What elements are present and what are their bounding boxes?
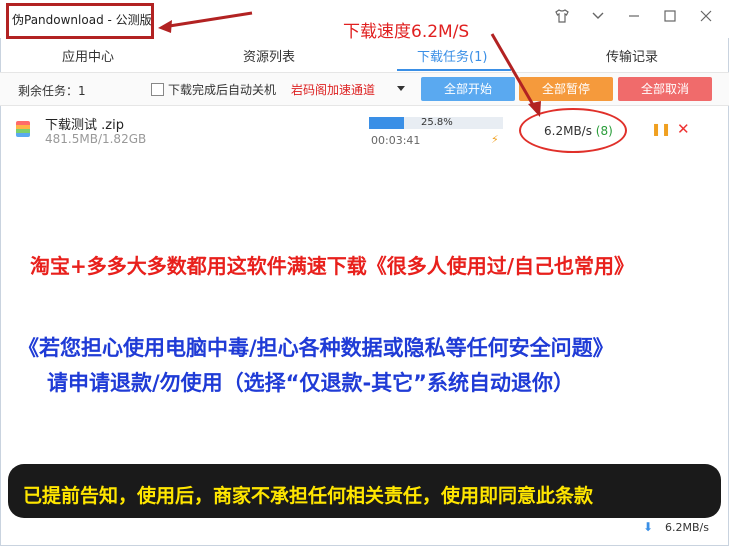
start-all-button[interactable]: 全部开始 <box>421 77 515 101</box>
promo-line-1: 淘宝+多多大多数都用这软件满速下载《很多人使用过/自己也常用》 <box>30 254 635 278</box>
disclaimer-text: 已提前告知，使用后，商家不承担任何相关责任，使用即同意此条款 <box>23 485 594 507</box>
auto-shutdown-label[interactable]: 下载完成后自动关机 <box>168 81 276 98</box>
task-elapsed-time: 00:03:41 <box>371 134 421 147</box>
bolt-icon: ⚡ <box>491 133 499 146</box>
active-tab-indicator <box>397 69 511 71</box>
tab-bar: 应用中心 资源列表 下载任务(1) 传输记录 <box>0 40 729 70</box>
speed-annotation: 下载速度6.2M/S <box>343 22 470 42</box>
warning-line-2: 请申请退款/勿使用（选择“仅退款-其它”系统自动退你） <box>47 371 574 395</box>
chevron-down-icon[interactable] <box>588 8 608 28</box>
zip-file-icon <box>16 121 30 137</box>
tab-transfer-records[interactable]: 传输记录 <box>606 46 658 65</box>
task-progress-percent: 25.8% <box>421 117 453 128</box>
cancel-icon[interactable]: ✕ <box>677 120 690 138</box>
tab-resource-list[interactable]: 资源列表 <box>243 46 295 65</box>
pause-all-button[interactable]: 全部暂停 <box>519 77 613 101</box>
shirt-icon[interactable] <box>552 8 572 28</box>
tab-app-center[interactable]: 应用中心 <box>62 46 114 65</box>
pause-icon[interactable]: ❚❚ <box>651 122 671 136</box>
task-progress-fill <box>369 117 404 129</box>
close-icon[interactable] <box>696 8 716 28</box>
download-arrow-icon: ⬇ <box>643 520 654 534</box>
minimize-icon[interactable] <box>624 8 644 28</box>
task-file-size: 481.5MB/1.82GB <box>45 132 147 146</box>
remaining-tasks: 剩余任务：1 <box>18 84 86 98</box>
maximize-icon[interactable] <box>660 8 680 28</box>
channel-select[interactable]: 岩码阁加速通道 <box>291 81 375 98</box>
tab-download-tasks[interactable]: 下载任务(1) <box>417 46 487 65</box>
cancel-all-button[interactable]: 全部取消 <box>618 77 712 101</box>
warning-line-1: 《若您担心使用电脑中毒/担心各种数据或隐私等任何安全问题》 <box>18 336 614 360</box>
speed-highlight-oval <box>519 108 627 153</box>
task-file-name: 下载测试 .zip <box>45 118 124 133</box>
auto-shutdown-checkbox[interactable] <box>151 83 164 96</box>
window-title: 伪Pandownload - 公测版 <box>12 13 152 27</box>
channel-dropdown-icon[interactable] <box>397 86 405 91</box>
status-speed: 6.2MB/s <box>665 521 709 534</box>
